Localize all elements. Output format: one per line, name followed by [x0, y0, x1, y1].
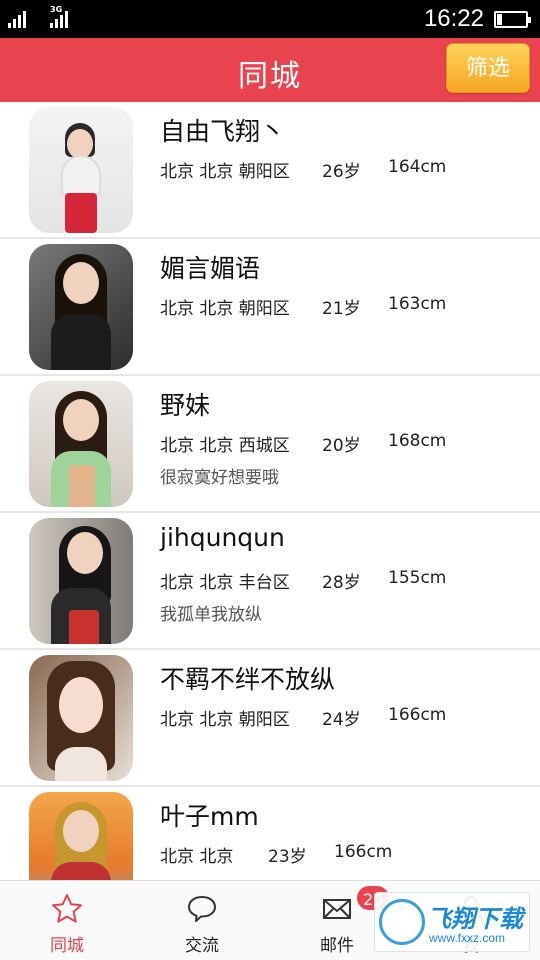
- user-height: 164cm: [388, 157, 447, 177]
- user-meta: 北京 北京 朝阳区 21岁 163cm: [160, 294, 446, 319]
- user-height: 166cm: [388, 705, 447, 725]
- user-avatar[interactable]: [29, 107, 133, 233]
- tab-label: 交流: [185, 936, 219, 956]
- user-height: 166cm: [334, 842, 393, 862]
- user-name: 自由飞翔丶: [160, 117, 286, 146]
- user-name: 野妹: [160, 391, 211, 420]
- signal-strength-icon: [8, 8, 26, 28]
- user-name: 不羁不绊不放纵: [160, 665, 336, 694]
- user-height: 155cm: [388, 568, 447, 588]
- user-age: 23岁: [268, 847, 307, 867]
- user-meta: 北京 北京 朝阳区 26岁 164cm: [160, 157, 446, 182]
- user-height: 168cm: [388, 431, 447, 451]
- user-avatar[interactable]: [29, 518, 133, 644]
- user-meta: 北京 北京 朝阳区 24岁 166cm: [160, 705, 446, 730]
- watermark-text: 飞翔下载: [427, 905, 523, 933]
- user-avatar[interactable]: [29, 381, 133, 507]
- user-age: 20岁: [322, 436, 361, 456]
- user-avatar[interactable]: [29, 655, 133, 781]
- user-height: 163cm: [388, 294, 447, 314]
- user-list-item[interactable]: 不羁不绊不放纵 北京 北京 朝阳区 24岁 166cm: [0, 650, 540, 787]
- user-avatar[interactable]: [29, 244, 133, 370]
- user-location: 北京 北京 朝阳区: [160, 299, 290, 319]
- watermark-url: www.fxxz.com: [429, 931, 506, 945]
- tab-label: 同城: [50, 936, 84, 956]
- user-age: 28岁: [322, 573, 361, 593]
- user-list-item[interactable]: 自由飞翔丶 北京 北京 朝阳区 26岁 164cm: [0, 102, 540, 239]
- user-age: 24岁: [322, 710, 361, 730]
- clock: 16:22: [423, 5, 484, 32]
- filter-button[interactable]: 筛选: [446, 43, 530, 93]
- user-age: 21岁: [322, 299, 361, 319]
- tab-nearby[interactable]: 同城: [22, 881, 112, 960]
- battery-icon: [494, 11, 531, 28]
- user-signature: 很寂寞好想要哦: [160, 468, 279, 488]
- user-list-item[interactable]: jihqunqun 北京 北京 丰台区 28岁 155cm 我孤单我放纵: [0, 513, 540, 650]
- user-name: 媚言媚语: [160, 254, 261, 283]
- tab-chat[interactable]: 交流: [157, 881, 247, 960]
- user-meta: 北京 北京 丰台区 28岁 155cm: [160, 568, 446, 593]
- user-list-item[interactable]: 野妹 北京 北京 西城区 20岁 168cm 很寂寞好想要哦: [0, 376, 540, 513]
- user-location: 北京 北京: [160, 847, 234, 867]
- chat-bubble-icon: [188, 896, 216, 922]
- user-list-item[interactable]: 叶子mm 北京 北京 23岁 166cm: [0, 787, 540, 880]
- status-bar: 3G 16:22: [0, 0, 540, 38]
- watermark-logo-icon: [379, 899, 425, 945]
- user-name: 叶子mm: [160, 802, 259, 831]
- user-name: jihqunqun: [160, 523, 285, 552]
- tab-label: 邮件: [320, 936, 354, 956]
- star-icon: [52, 894, 82, 923]
- user-age: 26岁: [322, 162, 361, 182]
- site-watermark: 飞翔下载 www.fxxz.com: [374, 892, 530, 952]
- user-meta: 北京 北京 西城区 20岁 168cm: [160, 431, 446, 456]
- user-list-item[interactable]: 媚言媚语 北京 北京 朝阳区 21岁 163cm: [0, 239, 540, 376]
- user-location: 北京 北京 朝阳区: [160, 162, 290, 182]
- user-signature: 我孤单我放纵: [160, 605, 262, 625]
- network-type-label: 3G: [50, 5, 63, 14]
- user-location: 北京 北京 朝阳区: [160, 710, 290, 730]
- user-location: 北京 北京 丰台区: [160, 573, 290, 593]
- user-list[interactable]: 自由飞翔丶 北京 北京 朝阳区 26岁 164cm 媚言媚语 北京 北京 朝阳区…: [0, 102, 540, 880]
- user-location: 北京 北京 西城区: [160, 436, 290, 456]
- app-header: 同城 筛选: [0, 38, 540, 102]
- user-meta: 北京 北京 23岁 166cm: [160, 842, 392, 867]
- mail-icon: [323, 899, 351, 919]
- user-avatar[interactable]: [29, 792, 133, 880]
